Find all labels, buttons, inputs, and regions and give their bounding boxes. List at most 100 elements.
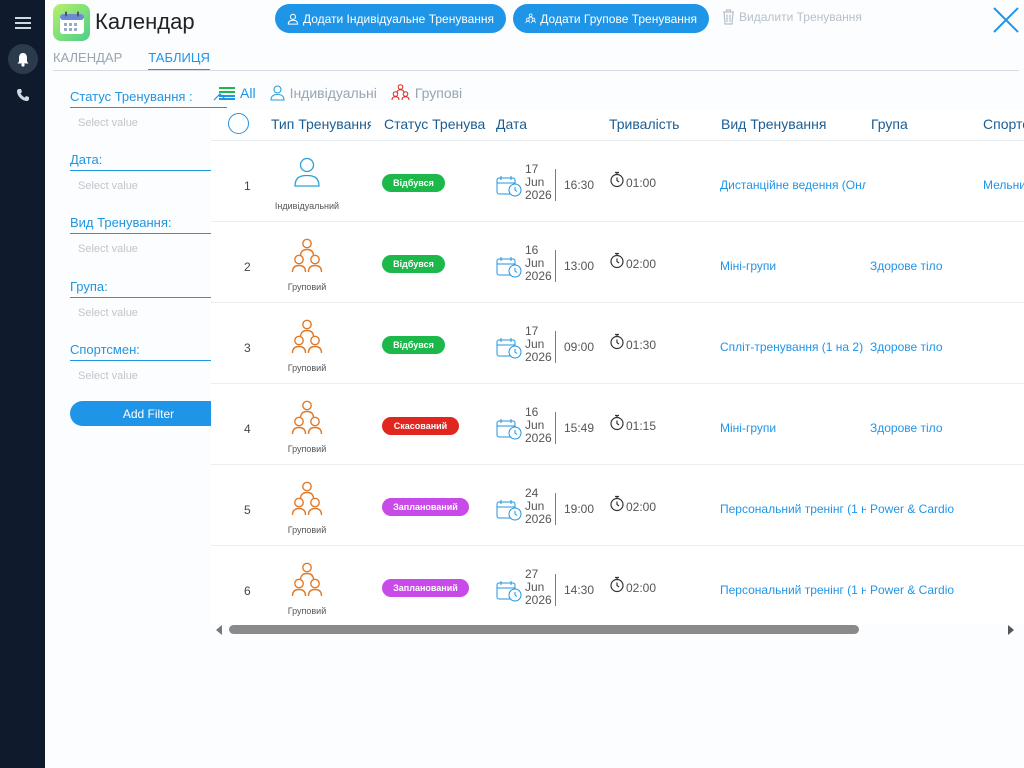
time-text: 16:30 xyxy=(564,178,595,192)
tab-calendar[interactable]: КАЛЕНДАР xyxy=(53,50,122,71)
date-text: 16 Jun 2026 xyxy=(525,244,552,283)
filter-kind-header[interactable]: Вид Тренування: xyxy=(70,212,227,234)
filter-date-select[interactable]: Select value xyxy=(78,180,227,192)
table-row[interactable]: 3 Груповий Відбувся 17 Jun 2026 09:00 01:30 Сплі… xyxy=(211,303,1024,384)
training-kind-link[interactable]: Міні-групи xyxy=(720,259,866,273)
delete-training-button[interactable]: Видалити Тренування xyxy=(722,9,862,25)
athlete-link[interactable]: Мельник xyxy=(983,178,1024,192)
add-group-training-button[interactable]: Додати Групове Тренування xyxy=(513,4,709,33)
tab-table[interactable]: ТАБЛИЦЯ xyxy=(148,50,210,71)
date-year: 2026 xyxy=(525,188,552,202)
add-individual-training-button[interactable]: Додати Індивідуальне Тренування xyxy=(275,4,506,33)
column-header-type[interactable]: Тип Тренування xyxy=(271,116,371,132)
time-text: 15:49 xyxy=(564,421,595,435)
calendar-clock-icon xyxy=(496,580,522,607)
column-header-group[interactable]: Група xyxy=(871,116,908,132)
status-badge: Відбувся xyxy=(382,174,445,192)
column-header-sport[interactable]: Спортсмен xyxy=(983,116,1024,132)
scroll-right-arrow[interactable] xyxy=(1008,625,1014,635)
calendar-clock-icon xyxy=(496,499,522,526)
menu-icon[interactable] xyxy=(8,8,38,38)
tab-all[interactable]: All xyxy=(219,85,256,101)
calendar-clock-icon xyxy=(496,418,522,445)
date-year: 2026 xyxy=(525,593,552,607)
filter-date[interactable]: Дата: Select value xyxy=(70,149,227,192)
filter-athlete-select[interactable]: Select value xyxy=(78,370,227,382)
group-link[interactable]: Здорове тіло xyxy=(870,259,978,273)
date-separator xyxy=(555,331,556,363)
filter-status-select[interactable]: Select value xyxy=(78,117,227,129)
filter-status-header[interactable]: Статус Тренування : xyxy=(70,86,227,108)
calendar-app-icon xyxy=(53,4,90,41)
close-icon[interactable] xyxy=(992,6,1020,34)
filter-status[interactable]: Статус Тренування : Select value xyxy=(70,86,227,129)
filter-kind-label: Вид Тренування: xyxy=(70,215,172,230)
training-kind-link[interactable]: Персональний тренінг (1 на 1) xyxy=(720,583,866,597)
training-type-cell: Індивідуальний xyxy=(267,141,347,222)
duration-text: 01:00 xyxy=(626,176,657,190)
duration-text: 01:15 xyxy=(626,419,657,433)
date-text: 16 Jun 2026 xyxy=(525,406,552,445)
status-badge: Відбувся xyxy=(382,255,445,273)
select-all-checkbox[interactable] xyxy=(228,113,249,134)
table-row[interactable]: 4 Груповий Скасований 16 Jun 2026 15:49 01:15 Мі… xyxy=(211,384,1024,465)
training-type-cell: Груповий xyxy=(267,546,347,625)
table-row[interactable]: 6 Груповий Запланований 27 Jun 2026 14:30 02:00… xyxy=(211,546,1024,625)
calendar-clock-icon xyxy=(496,175,522,202)
group-link[interactable]: Здорове тіло xyxy=(870,340,978,354)
stopwatch-icon xyxy=(609,414,626,434)
add-filter-button[interactable]: Add Filter xyxy=(70,401,227,426)
column-header-date[interactable]: Дата xyxy=(496,116,527,132)
tab-group[interactable]: Групові xyxy=(391,84,462,101)
date-year: 2026 xyxy=(525,350,552,364)
training-type-label: Груповий xyxy=(287,606,327,616)
time-text: 13:00 xyxy=(564,259,595,273)
status-badge: Відбувся xyxy=(382,336,445,354)
date-separator xyxy=(555,574,556,606)
filter-group[interactable]: Група: Select value xyxy=(70,276,227,319)
people-icon xyxy=(291,400,324,441)
group-link[interactable]: Power & Cardio xyxy=(870,502,978,516)
training-kind-link[interactable]: Міні-групи xyxy=(720,421,866,435)
duration-cell: 01:15 xyxy=(609,414,657,434)
type-tabs: All Індивідуальні Групові xyxy=(219,84,476,101)
time-text: 14:30 xyxy=(564,583,595,597)
table-row[interactable]: 5 Груповий Запланований 24 Jun 2026 19:00 02:00… xyxy=(211,465,1024,546)
filter-kind[interactable]: Вид Тренування: Select value xyxy=(70,212,227,255)
bell-icon[interactable] xyxy=(8,44,38,74)
date-text: 17 Jun 2026 xyxy=(525,325,552,364)
scrollbar-thumb[interactable] xyxy=(229,625,859,634)
duration-cell: 01:00 xyxy=(609,171,657,191)
stopwatch-icon xyxy=(609,252,626,272)
filter-kind-select[interactable]: Select value xyxy=(78,243,227,255)
scroll-left-arrow[interactable] xyxy=(216,625,222,635)
training-type-cell: Груповий xyxy=(267,384,347,465)
phone-icon[interactable] xyxy=(8,80,38,110)
horizontal-scrollbar[interactable] xyxy=(211,622,1024,638)
duration-cell: 01:30 xyxy=(609,333,656,353)
column-header-duration[interactable]: Тривалість xyxy=(609,116,679,132)
training-type-label: Груповий xyxy=(287,444,327,454)
date-year: 2026 xyxy=(525,269,552,283)
people-icon xyxy=(291,238,324,279)
tab-individual[interactable]: Індивідуальні xyxy=(270,85,377,101)
filter-group-header[interactable]: Група: xyxy=(70,276,227,298)
filter-group-select[interactable]: Select value xyxy=(78,307,227,319)
status-badge: Скасований xyxy=(382,417,459,435)
training-kind-link[interactable]: Спліт-тренування (1 на 2) xyxy=(720,340,866,354)
column-header-status[interactable]: Статус Тренування xyxy=(384,116,486,132)
filter-athlete-label: Спортсмен: xyxy=(70,342,140,357)
training-type-label: Груповий xyxy=(287,363,327,373)
filter-athlete-header[interactable]: Спортсмен: xyxy=(70,339,227,361)
filter-status-label: Статус Тренування : xyxy=(70,89,193,104)
group-link[interactable]: Power & Cardio xyxy=(870,583,978,597)
row-index: 2 xyxy=(244,260,251,274)
filter-date-header[interactable]: Дата: xyxy=(70,149,227,171)
column-header-kind[interactable]: Вид Тренування xyxy=(721,116,826,132)
group-link[interactable]: Здорове тіло xyxy=(870,421,978,435)
training-kind-link[interactable]: Персональний тренінг (1 на 1) xyxy=(720,502,866,516)
table-row[interactable]: 2 Груповий Відбувся 16 Jun 2026 13:00 02:00 Міні… xyxy=(211,222,1024,303)
filter-athlete[interactable]: Спортсмен: Select value xyxy=(70,339,227,382)
training-kind-link[interactable]: Дистанційне ведення (Онлайн) xyxy=(720,178,866,192)
table-row[interactable]: 1 Індивідуальний Відбувся 17 Jun 2026 16:30 01:… xyxy=(211,141,1024,222)
